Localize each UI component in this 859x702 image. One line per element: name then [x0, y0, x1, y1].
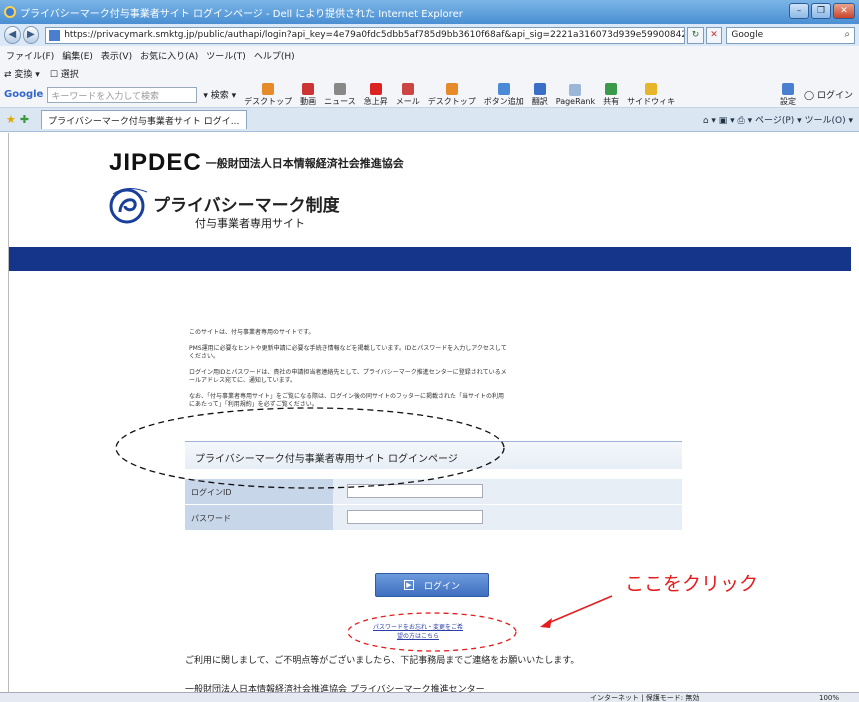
status-bar: インターネット | 保護モード: 無効 100%	[0, 692, 859, 702]
login-id-row: ログインID	[185, 479, 682, 505]
address-url: https://privacymark.smktg.jp/public/auth…	[64, 30, 686, 40]
click-here-callout: ここをクリック	[625, 573, 759, 595]
toolbar-settings[interactable]: 設定	[780, 82, 796, 107]
login-button[interactable]: ▶ ログイン	[375, 573, 489, 597]
intro-paragraph: このサイトは、付与事業者専用のサイトです。	[189, 329, 315, 336]
footer-organization: 一般財団法人日本情報経済社会推進協会 プライバシーマーク推進センター	[185, 685, 485, 692]
maximize-button[interactable]: ❐	[811, 3, 831, 19]
trending-icon	[369, 82, 382, 95]
toolbar-trending[interactable]: 急上昇	[364, 82, 388, 107]
toolbar-share[interactable]: 共有	[603, 82, 619, 107]
pmark-title: プライバシーマーク制度	[153, 196, 340, 216]
menu-favorites[interactable]: お気に入り(A)	[140, 49, 198, 62]
video-icon	[302, 82, 315, 95]
jipdec-logo: JIPDEC	[109, 149, 202, 176]
header-band	[9, 247, 851, 271]
favorites-star-icon[interactable]: ★	[6, 113, 16, 126]
stop-button[interactable]: ✕	[705, 26, 723, 44]
password-row: パスワード	[185, 505, 682, 531]
convert-button[interactable]: ⇄ 変換 ▾	[4, 67, 40, 80]
address-row: ◀ ▶ https://privacymark.smktg.jp/public/…	[0, 24, 859, 46]
browser-tab[interactable]: プライバシーマーク付与事業者サイト ログイ...	[41, 110, 248, 129]
search-icon[interactable]: ⌕	[844, 29, 850, 40]
google-search-button[interactable]: ▾ 検索 ▾	[203, 88, 236, 101]
jipdec-subtitle: 一般財団法人日本情報経済社会推進協会	[205, 157, 404, 170]
pmark-subtitle: 付与事業者専用サイト	[195, 217, 305, 230]
privacy-mark-icon	[109, 188, 148, 224]
google-search-input[interactable]: キーワードを入力して検索	[47, 86, 198, 103]
minimize-button[interactable]: –	[789, 3, 809, 19]
toolbar-add-button[interactable]: ボタン追加	[484, 82, 524, 107]
sidewiki-icon	[645, 82, 658, 95]
intro-text: このサイトは、付与事業者専用のサイトです。 PMS運用に必要なヒントや更新申請に…	[189, 329, 509, 417]
refresh-button[interactable]: ↻	[687, 26, 704, 44]
page-icon	[49, 29, 61, 41]
inquiry-text: ご利用に関しまして、ご不明点等がございましたら、下記事務局までご連絡をお願いいた…	[185, 656, 580, 666]
tab-label: プライバシーマーク付与事業者サイト ログイ...	[48, 117, 240, 127]
window-title-bar: プライバシーマーク付与事業者サイト ログインページ - Dell により提供され…	[0, 0, 859, 24]
ie-icon	[4, 6, 16, 18]
menu-file[interactable]: ファイル(F)	[6, 49, 54, 62]
toolbar-video[interactable]: 動画	[300, 82, 316, 107]
search-box[interactable]: Google ⌕	[726, 26, 855, 44]
menu-bar: ファイル(F) 編集(E) 表示(V) お気に入り(A) ツール(T) ヘルプ(…	[0, 46, 859, 64]
login-header: プライバシーマーク付与事業者専用サイト ログインページ	[185, 441, 682, 469]
close-button[interactable]: ✕	[833, 3, 855, 19]
login-id-input[interactable]	[347, 484, 483, 498]
share-icon	[605, 82, 618, 95]
intro-paragraph: ログイン用IDとパスワードは、貴社の申請担当者連絡先として、プライバシーマーク推…	[189, 368, 507, 385]
toolbar-mail[interactable]: メール	[396, 82, 420, 107]
google-logo: Google	[4, 89, 44, 100]
translate-icon	[533, 82, 546, 95]
pagerank-icon	[569, 83, 582, 96]
arrow-icon: ▶	[403, 580, 414, 590]
zoom-level[interactable]: 100%	[819, 694, 839, 702]
header-logo: JIPDEC 一般財団法人日本情報経済社会推進協会	[109, 149, 404, 177]
toolbar-desktop-2[interactable]: デスクトップ	[428, 82, 476, 107]
toolbar-sidewiki[interactable]: サイドウィキ	[627, 82, 675, 107]
plus-icon	[497, 82, 510, 95]
toolbar-pagerank[interactable]: PageRank	[556, 83, 595, 106]
address-bar[interactable]: https://privacymark.smktg.jp/public/auth…	[45, 26, 686, 44]
toolbar-login[interactable]: ◯ ログイン	[804, 88, 853, 101]
page-content: JIPDEC 一般財団法人日本情報経済社会推進協会 プライバシーマーク制度 付与…	[8, 133, 851, 692]
toolbar-news[interactable]: ニュース	[324, 82, 356, 107]
tab-row: ★ ✚ プライバシーマーク付与事業者サイト ログイ... ⌂ ▾ ▣ ▾ ⎙ ▾…	[0, 108, 859, 132]
desktop-icon	[445, 82, 458, 95]
forgot-password-link[interactable]: パスワードをお忘れ・変更をご希望の方はこちら	[373, 623, 463, 641]
toolbar-translate[interactable]: 翻訳	[532, 82, 548, 107]
password-input[interactable]	[347, 510, 483, 524]
login-id-label: ログインID	[185, 479, 333, 505]
settings-icon	[782, 82, 795, 95]
convert-bar: ⇄ 変換 ▾ ☐ 選択	[0, 64, 859, 82]
menu-tools[interactable]: ツール(T)	[206, 49, 246, 62]
news-icon	[333, 82, 346, 95]
menu-view[interactable]: 表示(V)	[101, 49, 132, 62]
select-button[interactable]: ☐ 選択	[50, 67, 79, 80]
menu-help[interactable]: ヘルプ(H)	[254, 49, 295, 62]
desktop-icon	[262, 82, 275, 95]
password-label: パスワード	[185, 505, 333, 531]
window-title: プライバシーマーク付与事業者サイト ログインページ - Dell により提供され…	[20, 8, 463, 20]
add-favorites-icon[interactable]: ✚	[20, 113, 29, 126]
login-form: ログインID パスワード	[185, 479, 682, 531]
intro-paragraph: なお、「付与事業者専用サイト」をご覧になる際は、ログイン後の同サイトのフッターに…	[189, 392, 505, 409]
menu-edit[interactable]: 編集(E)	[62, 49, 93, 62]
window-controls: – ❐ ✕	[789, 3, 855, 19]
search-engine-label: Google	[731, 29, 764, 40]
forward-button[interactable]: ▶	[22, 26, 40, 44]
command-bar[interactable]: ⌂ ▾ ▣ ▾ ⎙ ▾ ページ(P) ▾ ツール(O) ▾	[703, 113, 853, 126]
login-button-label: ログイン	[423, 581, 460, 592]
back-button[interactable]: ◀	[4, 26, 21, 44]
status-zone: インターネット | 保護モード: 無効	[590, 693, 700, 702]
intro-paragraph: PMS運用に必要なヒントや更新申請に必要な手続き情報などを掲載しています。IDと…	[189, 344, 507, 361]
google-toolbar: Google キーワードを入力して検索 ▾ 検索 ▾ デスクトップ 動画 ニュー…	[0, 82, 859, 108]
mail-icon	[401, 82, 414, 95]
toolbar-desktop[interactable]: デスクトップ	[244, 82, 292, 107]
